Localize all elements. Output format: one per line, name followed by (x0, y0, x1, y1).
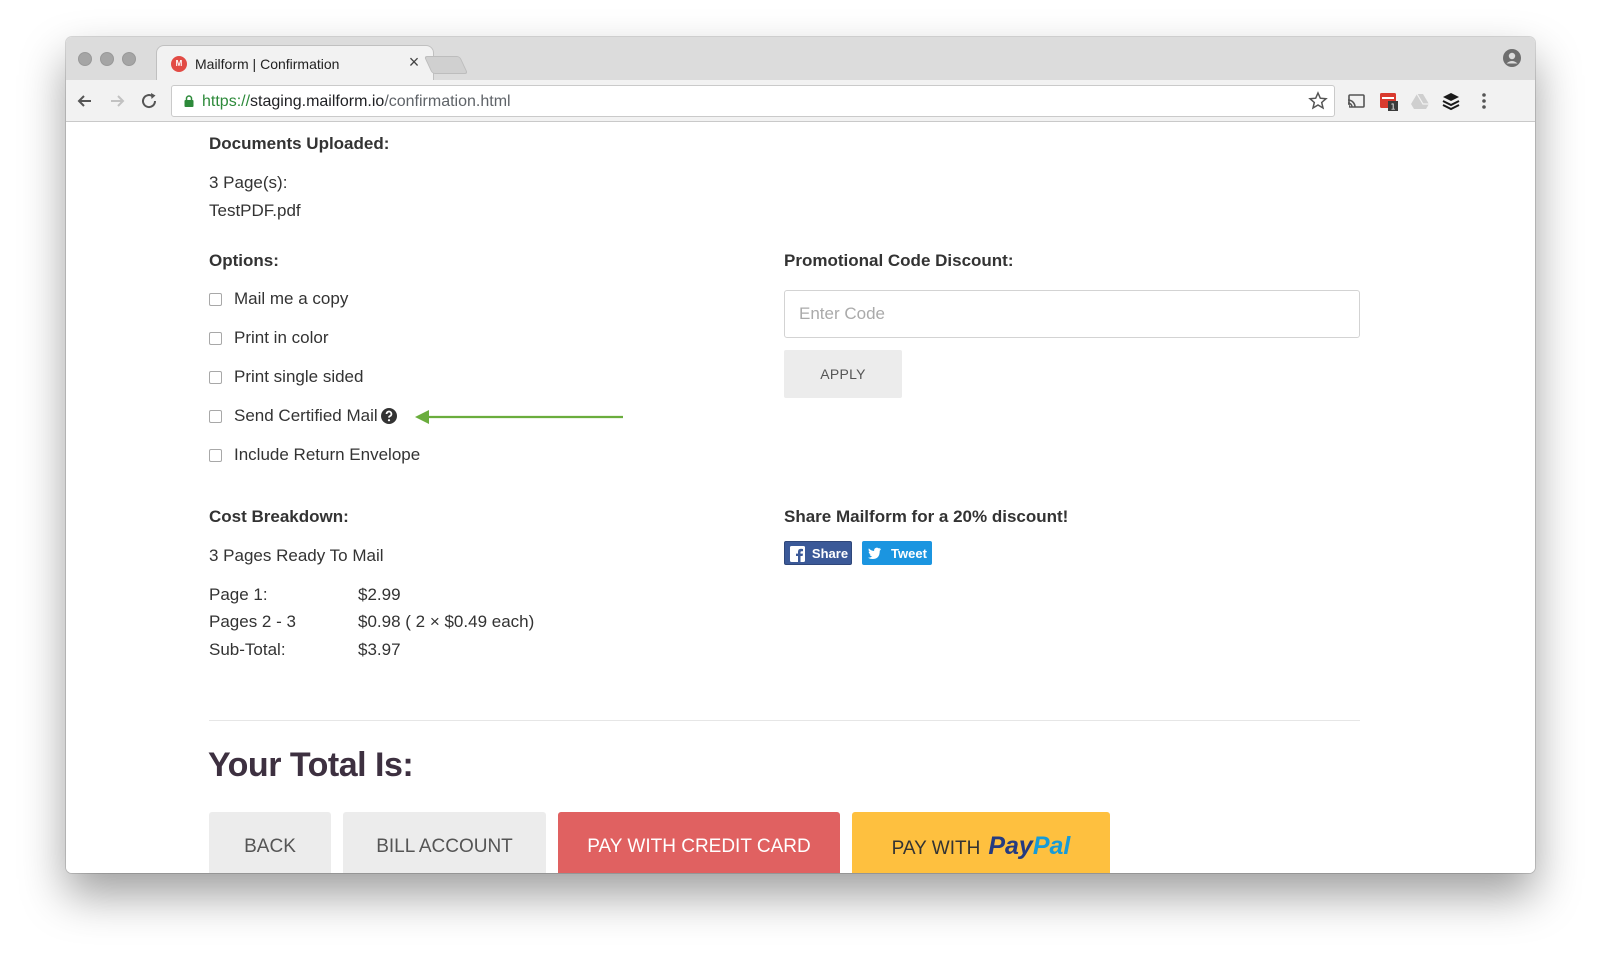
back-button[interactable]: BACK (209, 812, 331, 873)
facebook-share-label: Share (811, 545, 849, 561)
pay-with-credit-card-button[interactable]: PAY WITH CREDIT CARD (558, 812, 840, 873)
browser-window: M Mailform | Confirmation × https://stag… (66, 37, 1535, 873)
cost-heading: Cost Breakdown: (209, 507, 349, 526)
twitter-tweet-label: Tweet (891, 545, 927, 561)
help-icon[interactable] (381, 408, 397, 424)
url-path: /confirmation.html (384, 93, 511, 110)
option-label: Print single sided (234, 367, 364, 386)
paypal-logo: PayPal (988, 832, 1070, 860)
cost-summary: 3 Pages Ready To Mail (209, 546, 384, 565)
option-label: Include Return Envelope (234, 445, 421, 464)
documents-file-name: TestPDF.pdf (209, 201, 301, 220)
cast-icon[interactable] (1346, 91, 1366, 111)
url-scheme: https:// (202, 93, 251, 110)
facebook-icon (790, 546, 805, 562)
cost-row-label: Page 1: (209, 585, 268, 604)
reload-icon[interactable] (138, 90, 160, 112)
section-divider (209, 720, 1360, 721)
lock-icon (184, 95, 194, 107)
extension-badge-count: 1 (1390, 103, 1395, 112)
tab-title: Mailform | Confirmation (195, 56, 340, 72)
facebook-share-button[interactable]: Share (784, 541, 852, 565)
close-window-button[interactable] (78, 52, 92, 66)
star-icon[interactable] (1308, 91, 1328, 111)
profile-icon[interactable] (1502, 48, 1522, 68)
documents-page-count: 3 Page(s): (209, 173, 288, 192)
tab-strip: M Mailform | Confirmation × (66, 37, 1535, 81)
new-tab-button[interactable] (423, 56, 469, 74)
back-arrow-icon[interactable] (74, 90, 96, 112)
paypal-logo-pay: Pay (988, 831, 1033, 860)
calendar-icon[interactable]: 1 (1379, 91, 1399, 111)
promo-code-input[interactable] (784, 290, 1360, 338)
maximize-window-button[interactable] (122, 52, 136, 66)
twitter-tweet-button[interactable]: Tweet (862, 541, 932, 565)
bill-account-button[interactable]: BILL ACCOUNT (343, 812, 546, 873)
browser-toolbar: https://staging.mailform.io/confirmation… (66, 80, 1535, 122)
documents-heading: Documents Uploaded: (209, 134, 390, 153)
cost-row-value: $0.98 ( 2 × $0.49 each) (358, 612, 535, 631)
cost-row-value: $2.99 (358, 585, 401, 604)
cost-row-value: $3.97 (358, 640, 401, 659)
forward-arrow-icon[interactable] (106, 90, 128, 112)
options-heading: Options: (209, 251, 279, 270)
buffer-icon[interactable] (1441, 91, 1461, 111)
drive-icon[interactable] (1410, 91, 1430, 111)
checkbox-send-certified-mail[interactable] (209, 410, 222, 423)
arrow-annotation (415, 410, 623, 424)
tab-mailform-confirmation[interactable]: M Mailform | Confirmation × (156, 45, 434, 81)
apply-button[interactable]: APPLY (784, 350, 902, 398)
promo-heading: Promotional Code Discount: (784, 251, 1014, 270)
checkbox-mail-me-a-copy[interactable] (209, 293, 222, 306)
checkbox-print-in-color[interactable] (209, 332, 222, 345)
menu-icon[interactable] (1474, 91, 1494, 111)
option-label: Send Certified Mail (234, 406, 378, 425)
page-content: Documents Uploaded: 3 Page(s): TestPDF.p… (66, 122, 1535, 873)
total-heading: Your Total Is: (208, 746, 414, 784)
mailform-favicon-icon: M (171, 56, 187, 72)
option-label: Print in color (234, 328, 329, 347)
checkbox-print-single-sided[interactable] (209, 371, 222, 384)
tab-close-icon[interactable]: × (405, 53, 423, 71)
cost-row-label: Sub-Total: (209, 640, 286, 659)
paypal-prefix-label: PAY WITH (891, 837, 981, 859)
url-text: https://staging.mailform.io/confirmation… (202, 93, 511, 111)
pay-with-paypal-button[interactable]: PAY WITH PayPal (852, 812, 1110, 873)
checkbox-include-return-envelope[interactable] (209, 449, 222, 462)
option-label: Mail me a copy (234, 289, 349, 308)
cost-row-label: Pages 2 - 3 (209, 612, 296, 631)
twitter-icon (867, 547, 882, 559)
address-bar[interactable]: https://staging.mailform.io/confirmation… (171, 85, 1335, 117)
minimize-window-button[interactable] (100, 52, 114, 66)
share-heading: Share Mailform for a 20% discount! (784, 507, 1069, 526)
url-host: staging.mailform.io (250, 93, 385, 110)
paypal-logo-pal: Pal (1032, 831, 1071, 860)
